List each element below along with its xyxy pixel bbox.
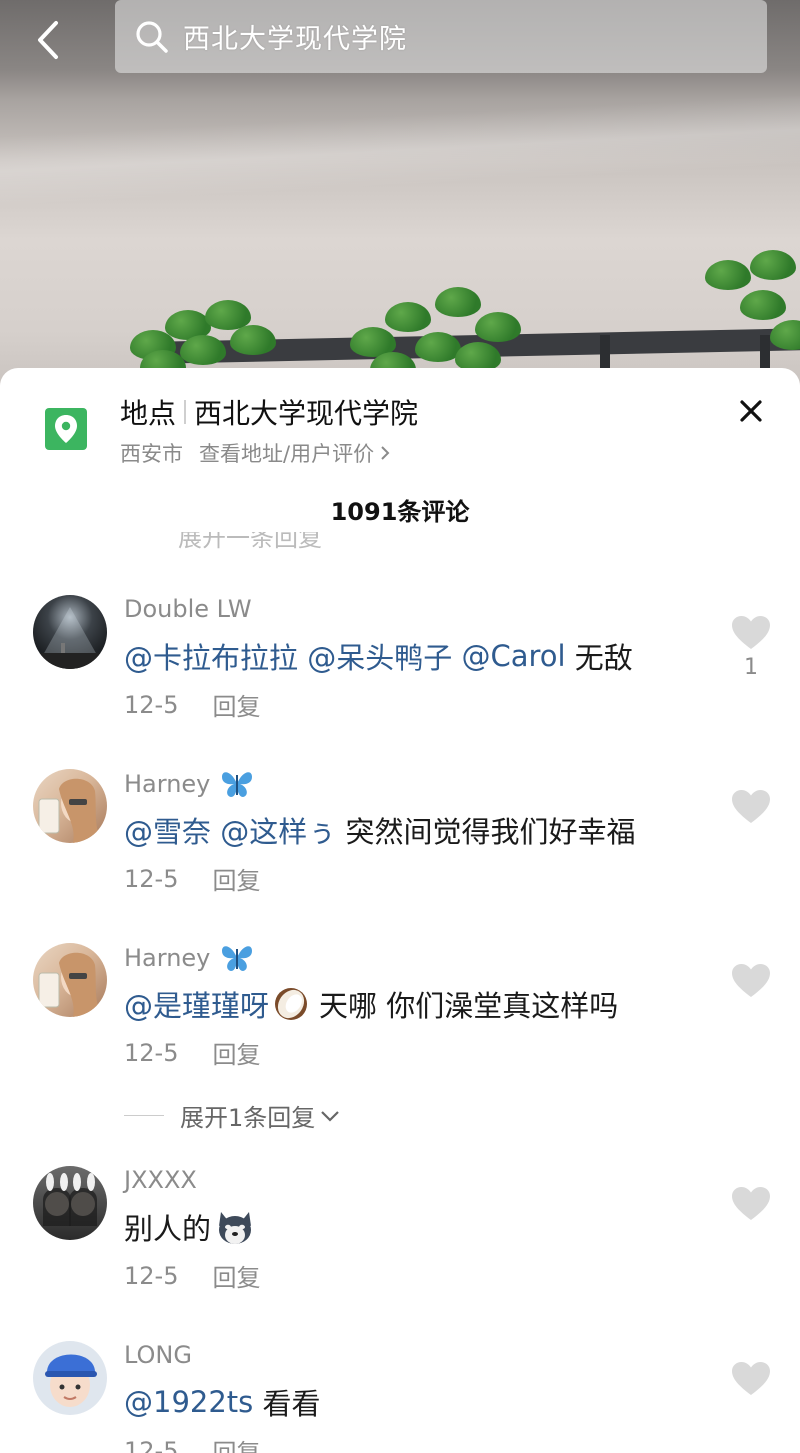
comment-body: 看看 xyxy=(262,1387,321,1421)
coconut-icon xyxy=(275,988,308,1020)
comment-date: 12-5 xyxy=(124,690,179,719)
butterfly-icon xyxy=(222,772,253,797)
chevron-right-icon xyxy=(381,446,390,460)
back-button[interactable] xyxy=(22,14,74,66)
comment-author[interactable]: LONG xyxy=(124,1341,192,1369)
comment-date: 12-5 xyxy=(124,1261,179,1290)
comment-meta: 12-5 回复 xyxy=(124,1433,260,1453)
comment-author-name[interactable]: Harney xyxy=(124,944,210,972)
search-input[interactable]: 西北大学现代学院 xyxy=(115,0,767,73)
comment-author[interactable]: Double LW xyxy=(124,595,252,623)
comment-meta: 12-5 回复 xyxy=(124,1035,260,1070)
comment-date: 12-5 xyxy=(124,864,179,893)
plant-decoration xyxy=(345,282,535,382)
comment-author: Harney xyxy=(124,943,258,973)
comment-text: @雪奈 @这样ぅ 突然间觉得我们好幸福 xyxy=(124,809,635,851)
butterfly-icon xyxy=(222,946,253,971)
mention-link[interactable]: @1922ts xyxy=(124,1385,253,1419)
comment-author[interactable]: JXXXX xyxy=(124,1166,197,1194)
mention-link[interactable]: @是瑾瑾呀 xyxy=(124,983,269,1025)
comment-item: LONG @1922ts 看看 12-5 回复 xyxy=(0,1341,800,1453)
heart-icon[interactable] xyxy=(731,961,771,1001)
comment-author: Harney xyxy=(124,769,258,799)
avatar[interactable] xyxy=(33,769,107,843)
mention-link[interactable]: @雪奈 xyxy=(124,809,211,851)
comment-body: 突然间觉得我们好幸福 xyxy=(345,815,636,849)
plant-decoration xyxy=(120,290,290,380)
comment-meta: 12-5 回复 xyxy=(124,861,260,896)
comment-date: 12-5 xyxy=(124,1436,179,1453)
reply-button[interactable]: 回复 xyxy=(212,1433,260,1453)
heart-icon[interactable] xyxy=(731,787,771,827)
avatar[interactable] xyxy=(33,1341,107,1415)
like-count: 1 xyxy=(744,655,758,680)
comment-text: @1922ts 看看 xyxy=(124,1381,321,1423)
location-title: 地点 西北大学现代学院 xyxy=(120,392,418,432)
avatar[interactable] xyxy=(33,1166,107,1240)
expand-replies-button[interactable]: 展开1条回复 xyxy=(124,1098,341,1133)
location-header[interactable]: 地点 西北大学现代学院 西安市 查看地址/用户评价 xyxy=(0,368,800,478)
comment-date: 12-5 xyxy=(124,1038,179,1067)
comments-count: 1091条评论 xyxy=(330,498,470,526)
expand-replies-label: 展开1条回复 xyxy=(180,1104,316,1132)
comment-item: JXXXX 别人的 12-5 回复 xyxy=(0,1166,800,1316)
comment-meta: 12-5 回复 xyxy=(124,1258,260,1293)
reply-button[interactable]: 回复 xyxy=(212,861,260,896)
location-pin-icon xyxy=(45,408,87,450)
comment-item: Double LW @卡拉布拉拉 @呆头鸭子 @Carol 无敌 12-5 回复… xyxy=(0,595,800,745)
comment-body: 天哪 你们澡堂真这样吗 xyxy=(319,989,619,1023)
location-subtitle[interactable]: 西安市 查看地址/用户评价 xyxy=(120,438,392,468)
location-label: 地点 xyxy=(120,397,177,430)
heart-icon[interactable] xyxy=(731,1184,771,1224)
husky-dog-icon xyxy=(219,1212,252,1244)
search-query: 西北大学现代学院 xyxy=(183,24,407,55)
mention-link[interactable]: @这样ぅ xyxy=(220,809,336,851)
scrolled-reply-text: 展开一条回复 xyxy=(178,532,322,552)
reply-button[interactable]: 回复 xyxy=(212,687,260,722)
comment-item: Harney @雪奈 @这样ぅ 突然间觉得我们好幸福 12-5 回复 xyxy=(0,769,800,919)
comments-sheet: 地点 西北大学现代学院 西安市 查看地址/用户评价 1091条评论 展开一条回复 xyxy=(0,368,800,1453)
chevron-down-icon xyxy=(321,1110,340,1122)
location-name: 西北大学现代学院 xyxy=(194,397,419,430)
comment-text: @是瑾瑾呀 天哪 你们澡堂真这样吗 xyxy=(124,983,618,1025)
divider xyxy=(184,400,187,424)
avatar[interactable] xyxy=(33,943,107,1017)
mention-link[interactable]: @卡拉布拉拉 xyxy=(124,635,298,677)
location-city: 西安市 xyxy=(120,442,183,466)
avatar[interactable] xyxy=(33,595,107,669)
mention-link[interactable]: @Carol xyxy=(461,639,565,673)
comment-meta: 12-5 回复 xyxy=(124,687,260,722)
close-button[interactable] xyxy=(734,394,768,428)
comment-body: 别人的 xyxy=(124,1212,212,1246)
search-icon xyxy=(136,20,168,53)
chevron-left-icon xyxy=(38,21,58,59)
mention-link[interactable]: @呆头鸭子 xyxy=(307,635,452,677)
heart-icon[interactable] xyxy=(731,613,771,653)
heart-icon[interactable] xyxy=(731,1359,771,1399)
location-link[interactable]: 查看地址/用户评价 xyxy=(199,438,374,468)
reply-button[interactable]: 回复 xyxy=(212,1258,260,1293)
comment-author-name[interactable]: Harney xyxy=(124,770,210,798)
comment-body: 无敌 xyxy=(574,641,633,675)
comment-text: @卡拉布拉拉 @呆头鸭子 @Carol 无敌 xyxy=(124,635,633,677)
comment-item: Harney @是瑾瑾呀 天哪 你们澡堂真这样吗 12-5 回复 xyxy=(0,943,800,1093)
comment-text: 别人的 xyxy=(124,1206,259,1248)
plant-decoration xyxy=(700,250,800,370)
close-icon xyxy=(740,400,762,422)
divider xyxy=(124,1115,164,1116)
reply-button[interactable]: 回复 xyxy=(212,1035,260,1070)
